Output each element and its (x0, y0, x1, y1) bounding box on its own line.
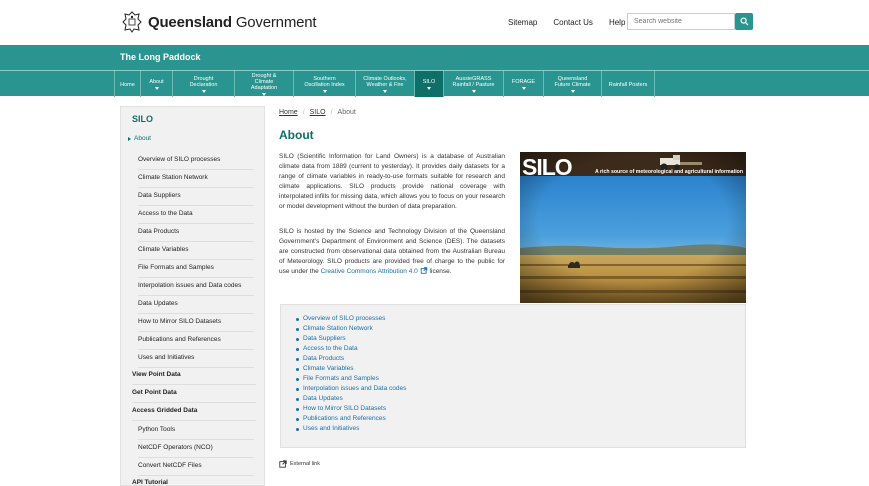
tab-forage[interactable]: FORAGE (503, 71, 543, 97)
tab-home[interactable]: Home (114, 71, 140, 97)
sidebar-subitem[interactable]: Publications and References (138, 332, 254, 350)
chevron-down-icon (570, 90, 575, 93)
caret-right-icon (128, 136, 131, 141)
intro-paragraph: SILO (Scientific Information for Land Ow… (279, 153, 505, 211)
sidebar-subitem[interactable]: Climate Station Network (138, 170, 254, 188)
contents-link[interactable]: Data Products (295, 354, 406, 364)
hosting-paragraph: SILO is hosted by the Science and Techno… (279, 227, 505, 277)
breadcrumb-silo[interactable]: SILO (310, 109, 326, 116)
contents-link[interactable]: Publications and References (295, 414, 406, 424)
help-link[interactable]: Help (609, 18, 625, 27)
silo-tagline: A rich source of meteorological and agri… (595, 169, 743, 175)
sidebar-subitem[interactable]: Convert NetCDF Files (138, 458, 254, 476)
coat-of-arms-icon (122, 11, 142, 33)
sidebar-subitem[interactable]: Access to the Data (138, 206, 254, 224)
chevron-down-icon (322, 90, 327, 93)
sidebar-item-get-point-data[interactable]: Get Point Data (132, 385, 256, 403)
contents-link[interactable]: Climate Variables (295, 364, 406, 374)
sidebar-subitem[interactable]: File Formats and Samples (138, 260, 254, 278)
sidebar-subitem[interactable]: Overview of SILO processes (138, 152, 254, 170)
sidebar-subitem[interactable]: Data Products (138, 224, 254, 242)
sidebar-item-api-tutorial[interactable]: API Tutorial (132, 475, 256, 486)
breadcrumb-separator: / (330, 109, 333, 116)
tab-climate-outlooks[interactable]: Climate Outlooks, Weather & Fire (355, 71, 414, 97)
contents-link[interactable]: How to Mirror SILO Datasets (295, 404, 406, 414)
contents-link[interactable]: Overview of SILO processes (295, 314, 406, 324)
tab-silo[interactable]: SILO (414, 71, 443, 97)
contents-link[interactable]: Data Updates (295, 394, 406, 404)
sitemap-link[interactable]: Sitemap (508, 18, 537, 27)
sidebar: SILO About Overview of SILO processes Cl… (120, 106, 265, 486)
search-button[interactable] (735, 13, 753, 30)
sidebar-subitem[interactable]: Climate Variables (138, 242, 254, 260)
qld-gov-logo[interactable]: Queensland Government (120, 10, 317, 34)
sidebar-subitem[interactable]: NetCDF Operators (NCO) (138, 440, 254, 458)
tab-queensland-future-climate[interactable]: Queensland Future Climate (543, 71, 601, 97)
sidebar-item-label: About (134, 135, 151, 142)
sidebar-subitem[interactable]: Interpolation issues and Data codes (138, 278, 254, 296)
creative-commons-link[interactable]: Creative Commons Attribution 4.0 (321, 267, 428, 275)
tab-aussiegrass[interactable]: AussieGRASS Rainfall / Pasture (443, 71, 503, 97)
sidebar-subitem[interactable]: Data Suppliers (138, 188, 254, 206)
contact-us-link[interactable]: Contact Us (553, 18, 593, 27)
main-nav: Home About Drought Declaration Drought &… (0, 70, 869, 97)
chevron-down-icon (262, 93, 266, 96)
sidebar-subitem[interactable]: How to Mirror SILO Datasets (138, 314, 254, 332)
page-title: About (279, 128, 314, 142)
chevron-down-icon (154, 87, 159, 90)
chevron-down-icon (521, 87, 526, 90)
sidebar-subitem[interactable]: Data Updates (138, 296, 254, 314)
external-link-label: External link (290, 461, 320, 467)
silo-logo-text: SILO (522, 154, 573, 180)
breadcrumb: Home / SILO / About (279, 109, 356, 116)
silo-hero-image: SILO A rich source of meteorological and… (520, 152, 746, 303)
hosting-text-end: license. (427, 268, 452, 276)
tab-rainfall-posters[interactable]: Rainfall Posters (601, 71, 655, 97)
sidebar-title[interactable]: SILO (132, 114, 153, 124)
top-header: Queensland Government Sitemap Contact Us… (0, 0, 869, 45)
tab-about[interactable]: About (140, 71, 172, 97)
contents-link[interactable]: Data Suppliers (295, 334, 406, 344)
breadcrumb-separator: / (302, 109, 305, 116)
contents-list: Overview of SILO processes Climate Stati… (295, 314, 406, 434)
search-icon (739, 17, 749, 26)
chevron-down-icon (383, 90, 387, 93)
tab-drought-declaration[interactable]: Drought Declaration (172, 71, 234, 97)
sidebar-item-access-gridded-data[interactable]: Access Gridded Data (132, 403, 256, 421)
contents-link[interactable]: File Formats and Samples (295, 374, 406, 384)
external-link-icon (420, 267, 428, 275)
contents-panel: Overview of SILO processes Climate Stati… (280, 304, 746, 448)
search-input[interactable] (627, 13, 735, 30)
breadcrumb-home[interactable]: Home (279, 109, 298, 116)
site-title[interactable]: The Long Paddock (120, 52, 201, 62)
breadcrumb-current: About (337, 109, 356, 116)
tab-southern-oscillation-index[interactable]: Southern Oscillation Index (293, 71, 355, 97)
sidebar-item-view-point-data[interactable]: View Point Data (132, 367, 256, 385)
sidebar-subitem[interactable]: Uses and Initiatives (138, 350, 254, 368)
contents-link[interactable]: Climate Station Network (295, 324, 406, 334)
sidebar-subitem[interactable]: Python Tools (138, 422, 254, 440)
chevron-down-icon (427, 87, 431, 90)
contents-link[interactable]: Access to the Data (295, 344, 406, 354)
contents-link[interactable]: Uses and Initiatives (295, 424, 406, 434)
page: Queensland Government Sitemap Contact Us… (0, 0, 869, 486)
external-link-icon (279, 460, 287, 468)
sidebar-item-about[interactable]: About (128, 135, 151, 142)
chevron-down-icon (471, 90, 476, 93)
chevron-down-icon (201, 90, 206, 93)
top-links: Sitemap Contact Us Help (508, 18, 641, 27)
external-link-legend: External link (279, 460, 320, 468)
tab-drought-climate-adaptation[interactable]: Drought & Climate Adaptation (234, 71, 293, 97)
brand-text: Queensland Government (148, 13, 317, 31)
contents-link[interactable]: Interpolation issues and Data codes (295, 384, 406, 394)
